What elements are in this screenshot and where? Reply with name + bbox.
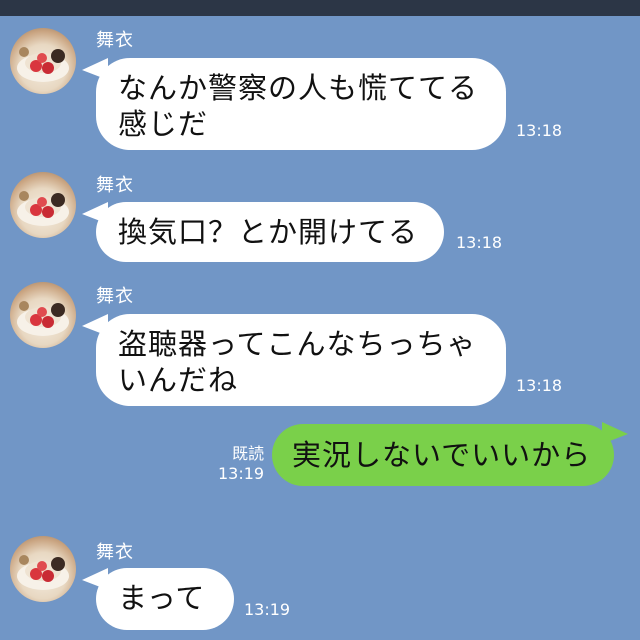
cake-photo-icon bbox=[17, 301, 69, 336]
chat-view[interactable]: 舞衣 なんか警察の人も慌ててる 感じだ 13:18 舞衣 換気口？とか開けてる … bbox=[0, 16, 640, 640]
message-text-line: いんだね bbox=[118, 363, 239, 397]
message-bubble[interactable]: まって bbox=[96, 568, 234, 630]
message-bubble-outgoing[interactable]: 実況しないでいいから bbox=[272, 424, 614, 486]
cake-photo-icon bbox=[17, 555, 69, 590]
message-bubble[interactable]: 換気口？とか開けてる bbox=[96, 202, 444, 262]
message-text-line: なんか警察の人も慌ててる bbox=[118, 71, 479, 105]
cake-photo-icon bbox=[17, 47, 69, 82]
message-bubble[interactable]: なんか警察の人も慌ててる 感じだ bbox=[96, 58, 506, 150]
read-status: 既読 bbox=[232, 444, 265, 463]
message-time: 13:18 bbox=[456, 233, 503, 252]
message-time: 13:18 bbox=[516, 376, 563, 395]
read-receipt: 既読 13:19 bbox=[218, 444, 264, 484]
message-time: 13:19 bbox=[244, 600, 291, 619]
sender-avatar[interactable] bbox=[10, 172, 76, 238]
message-text-line: まって bbox=[118, 581, 206, 615]
sender-name: 舞衣 bbox=[96, 30, 134, 51]
message-text-line: 換気口？とか開けてる bbox=[118, 215, 419, 249]
message-text-line: 感じだ bbox=[118, 107, 209, 141]
message-text: 実況しないでいいから bbox=[292, 438, 592, 472]
message-text-line: 盗聴器ってこんなちっちゃ bbox=[118, 327, 477, 361]
sender-name: 舞衣 bbox=[96, 542, 134, 563]
status-bar bbox=[0, 0, 640, 16]
sender-name: 舞衣 bbox=[96, 286, 134, 307]
message-time: 13:18 bbox=[516, 121, 563, 140]
sender-name: 舞衣 bbox=[96, 175, 134, 196]
sender-avatar[interactable] bbox=[10, 536, 76, 602]
sender-avatar[interactable] bbox=[10, 282, 76, 348]
message-bubble[interactable]: 盗聴器ってこんなちっちゃ いんだね bbox=[96, 314, 506, 406]
sender-avatar[interactable] bbox=[10, 28, 76, 94]
cake-photo-icon bbox=[17, 191, 69, 226]
message-time: 13:19 bbox=[218, 464, 265, 483]
